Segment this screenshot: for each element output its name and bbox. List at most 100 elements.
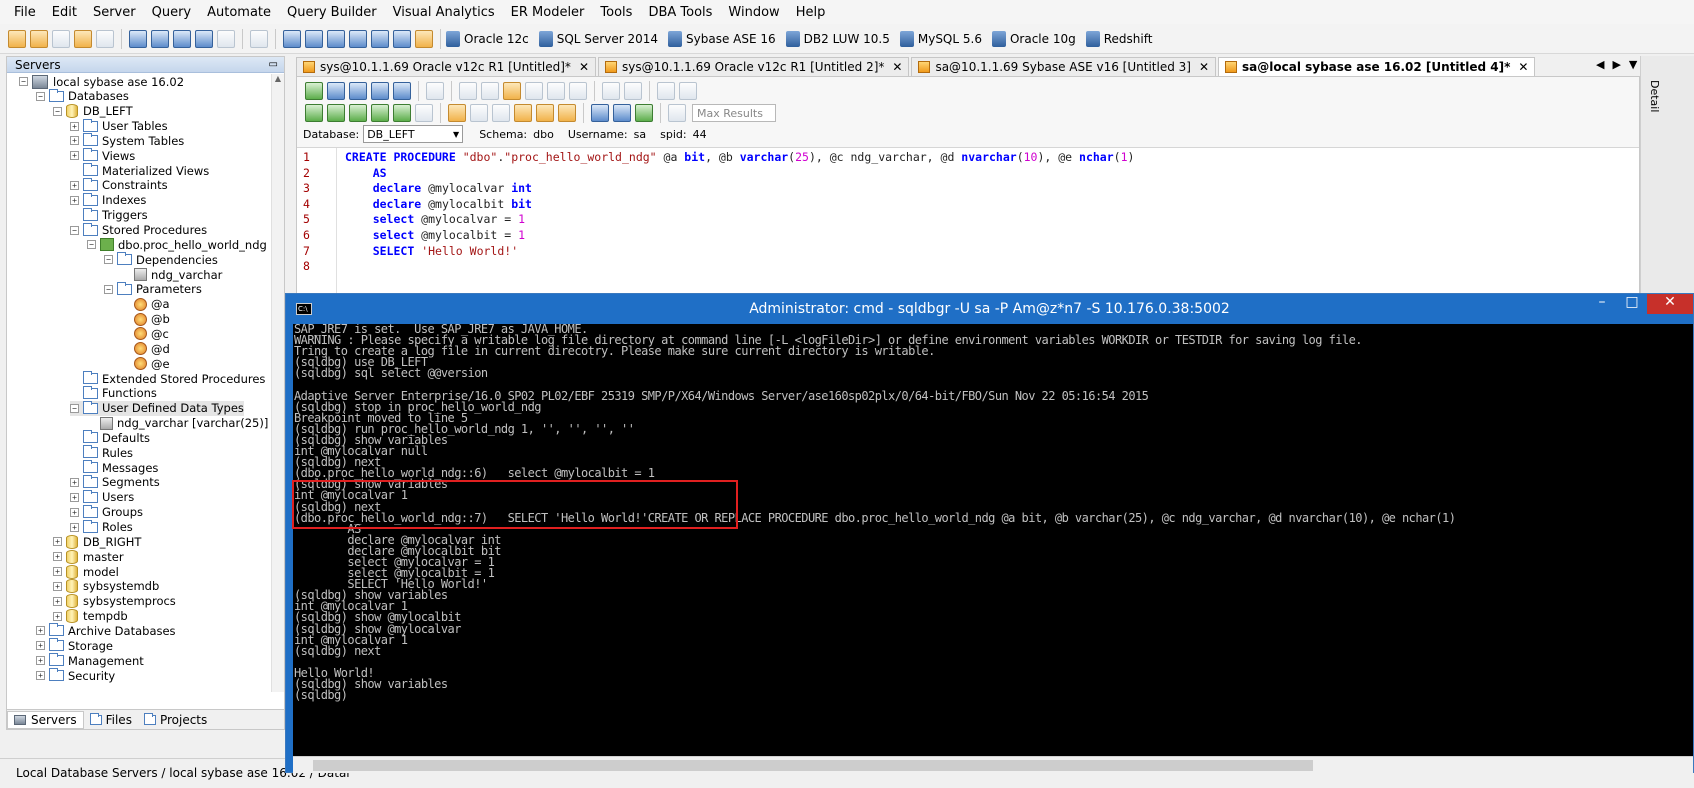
copy-icon[interactable]	[481, 82, 499, 100]
tree-node[interactable]: + Users	[70, 489, 134, 505]
expand-icon[interactable]: +	[70, 507, 79, 517]
tab-servers[interactable]: Servers	[7, 710, 84, 729]
query-builder-icon[interactable]	[151, 29, 169, 48]
expand-icon[interactable]: +	[70, 195, 79, 205]
tree-node[interactable]: − Parameters	[104, 281, 202, 297]
tree-node[interactable]: + Storage	[36, 638, 113, 653]
scroll-thumb[interactable]	[313, 760, 1313, 771]
tab-query-3[interactable]: sa@10.1.1.69 Sybase ASE v16 [Untitled 3]…	[911, 57, 1217, 76]
results-text-icon[interactable]	[613, 104, 631, 122]
expand-icon[interactable]: +	[70, 492, 79, 502]
connection-shortcut[interactable]: DB2 LUW 10.5	[785, 30, 890, 47]
tree-node[interactable]: − Databases	[36, 88, 129, 104]
layout-2-icon[interactable]	[305, 29, 323, 48]
expand-icon[interactable]: +	[70, 477, 79, 487]
tree-node[interactable]: + Security	[36, 668, 115, 683]
new-icon[interactable]	[305, 82, 323, 100]
layout-6-icon[interactable]	[393, 29, 411, 48]
execute-plan-icon[interactable]	[393, 104, 411, 122]
menu-item-window[interactable]: Window	[728, 5, 779, 20]
tree-node[interactable]: Materialized Views	[70, 163, 209, 178]
execute-explain-icon[interactable]	[371, 104, 389, 122]
expand-icon[interactable]: +	[70, 522, 79, 532]
tab-files[interactable]: Files	[84, 711, 138, 729]
expand-icon[interactable]: +	[70, 180, 79, 190]
tree-node[interactable]: + Constraints	[70, 177, 168, 193]
expand-icon[interactable]: +	[36, 656, 45, 666]
find-icon[interactable]	[602, 82, 620, 100]
menu-item-tools[interactable]: Tools	[600, 5, 632, 20]
connection-shortcut[interactable]: Redshift	[1085, 30, 1152, 47]
layout-4-icon[interactable]	[349, 29, 367, 48]
delete-icon[interactable]	[525, 82, 543, 100]
save-as-icon[interactable]	[393, 82, 411, 100]
format-icon[interactable]	[514, 104, 532, 122]
expand-icon[interactable]: +	[36, 641, 45, 651]
tree-node[interactable]: @e	[121, 356, 170, 371]
stop-icon[interactable]	[415, 104, 433, 122]
connection-shortcut[interactable]: SQL Server 2014	[538, 30, 658, 47]
tree-node[interactable]: Functions	[70, 385, 157, 401]
connection-shortcut[interactable]: Oracle 10g	[991, 30, 1076, 47]
detail-side-tab[interactable]: Detail	[1648, 80, 1661, 112]
expand-icon[interactable]: +	[70, 121, 79, 131]
tree-node[interactable]: − local sybase ase 16.02	[19, 74, 184, 89]
connection-shortcut[interactable]: Sybase ASE 16	[668, 30, 776, 47]
connection-shortcut[interactable]: Oracle 12c	[446, 30, 529, 47]
tree-node[interactable]: + System Tables	[70, 133, 184, 148]
tree-node[interactable]: ndg_varchar	[121, 267, 222, 282]
tree-node[interactable]: Defaults	[70, 430, 150, 445]
cmd-title-bar[interactable]: C:\ Administrator: cmd - sqldbgr -U sa -…	[286, 294, 1693, 324]
minimize-icon[interactable]: –	[1587, 294, 1617, 314]
layout-3-icon[interactable]	[327, 29, 345, 48]
tree-node[interactable]: − Stored Procedures	[70, 222, 207, 238]
expand-icon[interactable]: +	[53, 596, 62, 606]
rollback-icon[interactable]	[492, 104, 510, 122]
tree-node[interactable]: Triggers	[70, 207, 148, 223]
tree-node[interactable]: + Groups	[70, 504, 143, 520]
register-server-icon[interactable]	[74, 29, 92, 48]
schema-compare-icon[interactable]	[195, 29, 213, 48]
tree-node[interactable]: ndg_varchar [varchar(25)]	[87, 416, 268, 431]
tree-node[interactable]: Extended Stored Procedures	[70, 371, 265, 386]
close-tab-icon[interactable]: ✕	[579, 60, 589, 74]
open-icon[interactable]	[327, 82, 345, 100]
tree-node[interactable]: @a	[121, 297, 170, 312]
tree-node[interactable]: + DB_RIGHT	[53, 534, 141, 549]
menu-item-automate[interactable]: Automate	[207, 5, 271, 20]
tree-node[interactable]: + Segments	[70, 474, 160, 490]
console-output[interactable]: SAP_JRE7 is set. Use SAP_JRE7 as JAVA_HO…	[293, 324, 1693, 756]
results-file-icon[interactable]	[635, 104, 653, 122]
expand-icon[interactable]: +	[53, 552, 62, 562]
expand-icon[interactable]: +	[53, 581, 62, 591]
tab-query-1[interactable]: sys@10.1.1.69 Oracle v12c R1 [Untitled]*…	[296, 57, 596, 76]
expand-icon[interactable]: +	[53, 567, 62, 577]
expand-icon[interactable]: +	[70, 151, 79, 161]
expand-icon[interactable]: +	[36, 626, 45, 636]
tree-node[interactable]: + Indexes	[70, 192, 146, 208]
tree-node[interactable]: + Views	[70, 148, 135, 163]
file-menu-icon[interactable]	[250, 29, 268, 48]
tree-node[interactable]: − dbo.proc_hello_world_ndg	[87, 237, 267, 252]
redo-icon[interactable]	[569, 82, 587, 100]
tree-node[interactable]: + master	[53, 549, 124, 564]
tree-node[interactable]: + tempdb	[53, 609, 128, 624]
comment-icon[interactable]	[536, 104, 554, 122]
menu-item-edit[interactable]: Edit	[52, 5, 77, 20]
tree-node[interactable]: − DB_LEFT	[53, 104, 133, 119]
tree-node[interactable]: @c	[121, 326, 169, 341]
expand-icon[interactable]: +	[53, 611, 62, 621]
new-connection-icon[interactable]	[8, 29, 26, 48]
expand-icon[interactable]: +	[36, 671, 45, 680]
collapse-icon[interactable]: −	[19, 77, 28, 86]
tree-node[interactable]: Rules	[70, 445, 133, 460]
close-icon[interactable]: ✕	[1647, 294, 1693, 314]
tree-node[interactable]: @b	[121, 312, 170, 327]
tree-node[interactable]: + User Tables	[70, 118, 168, 134]
menu-item-query[interactable]: Query	[152, 5, 192, 20]
tree-node[interactable]: + Management	[36, 653, 144, 668]
tree-node[interactable]: @d	[121, 341, 170, 356]
uppercase-icon[interactable]	[679, 82, 697, 100]
commit-icon[interactable]	[470, 104, 488, 122]
execute-current-icon[interactable]	[349, 104, 367, 122]
